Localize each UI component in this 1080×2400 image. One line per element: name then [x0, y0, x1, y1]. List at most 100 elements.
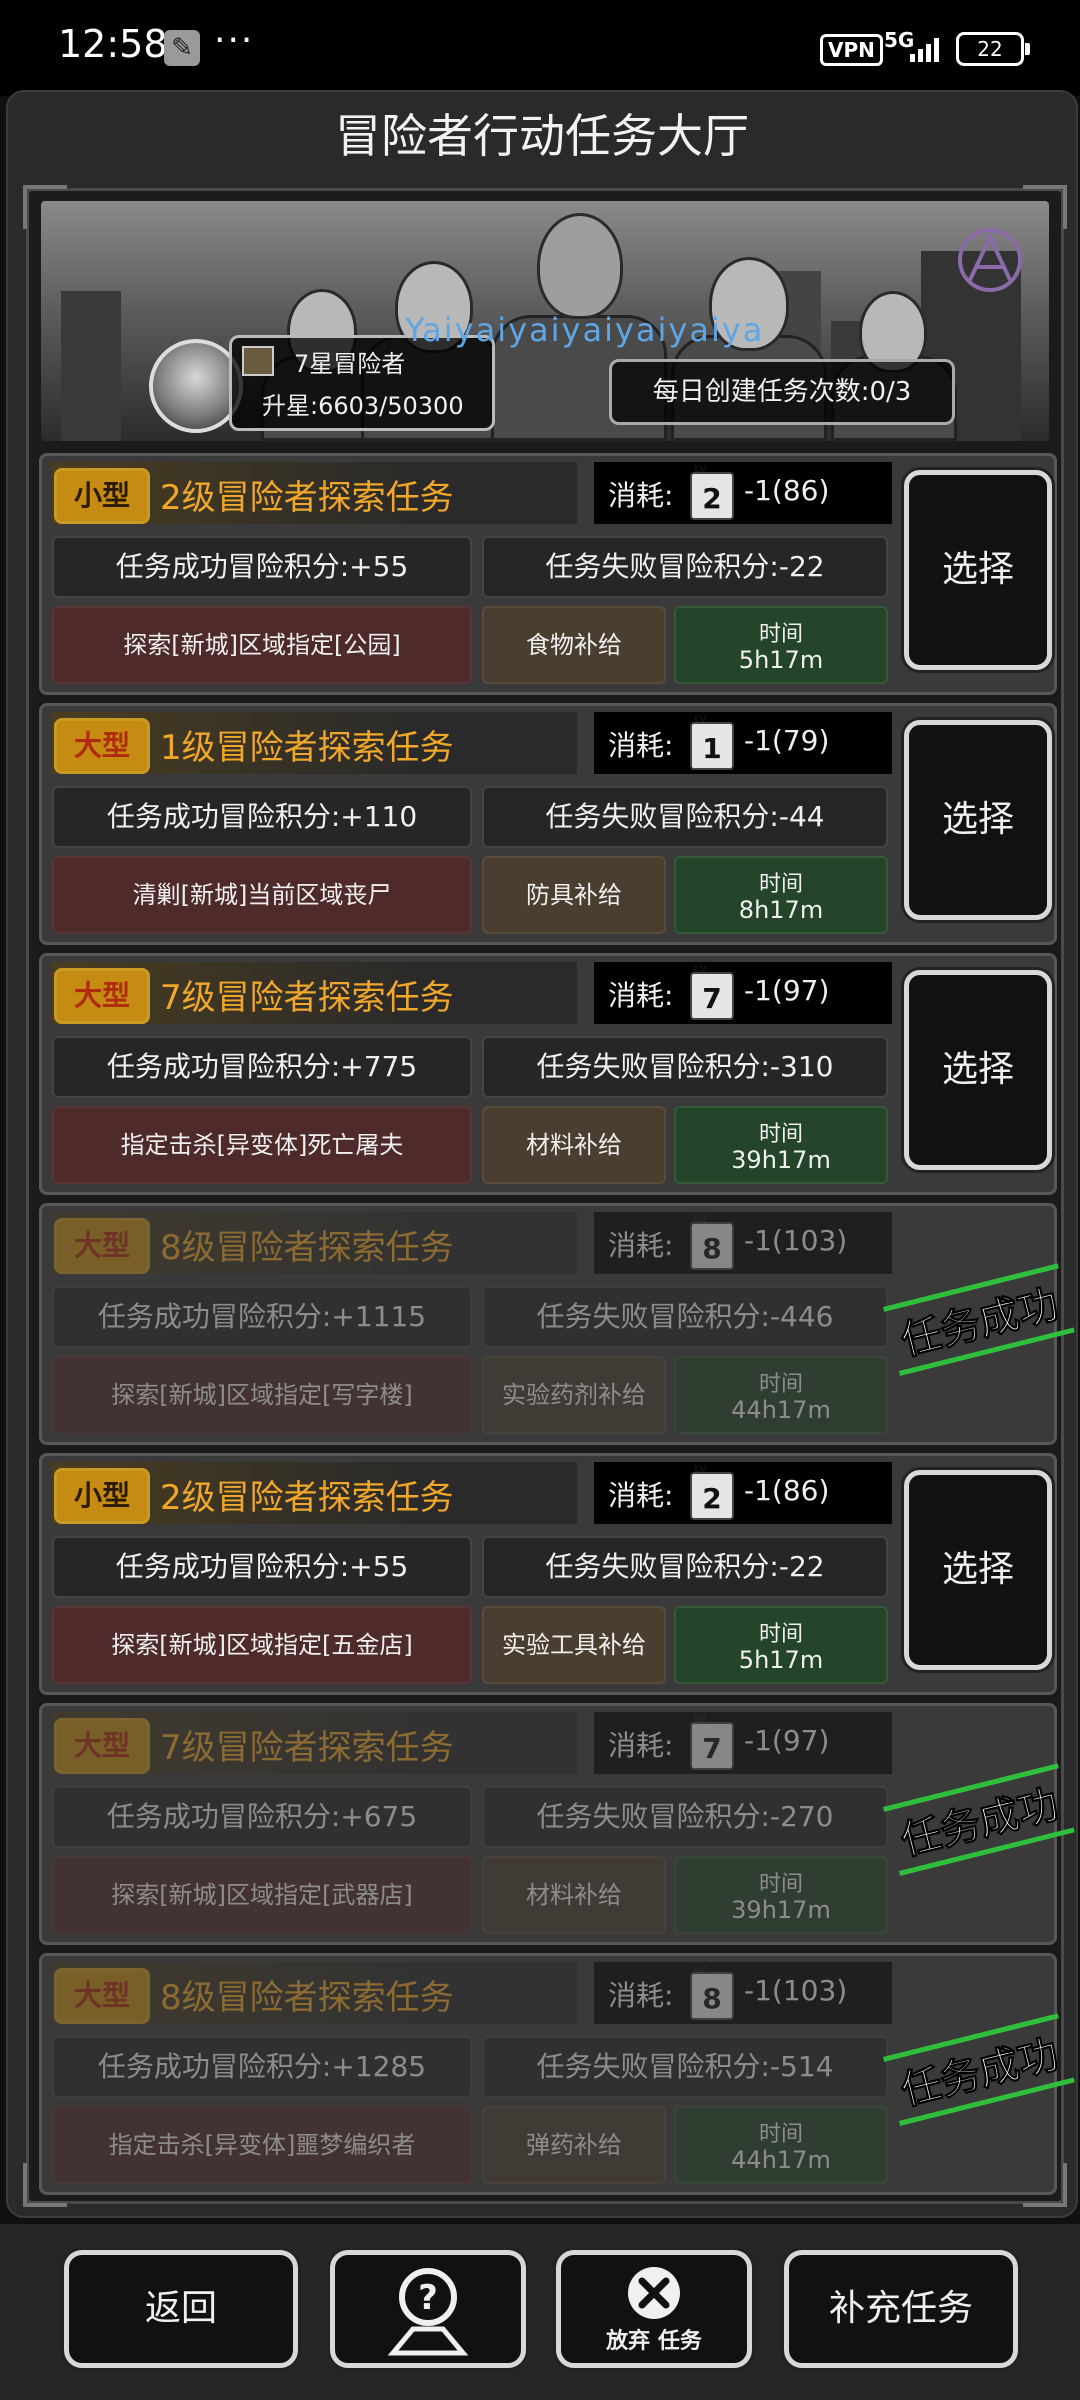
level-card-icon: 8 [690, 1960, 734, 2020]
task-objective: 指定击杀[异变体]死亡屠夫 [52, 1106, 472, 1184]
success-reward: 任务成功冒险积分:+110 [52, 786, 472, 848]
task-cost: 消耗: 7 -1(97) [594, 960, 892, 1024]
status-bar: 12:58 ✎ ··· VPN 5G 22 [0, 0, 1080, 96]
task-success-stamp: 任务成功 [882, 1263, 1077, 1384]
fail-penalty: 任务失败冒险积分:-22 [482, 536, 888, 598]
task-duration: 时间 44h17m [674, 2106, 888, 2184]
vpn-indicator: VPN [820, 34, 883, 66]
select-task-button[interactable]: 选择 [904, 470, 1052, 670]
task-title: 7级冒险者探索任务 [160, 978, 454, 1018]
task-objective: 指定击杀[异变体]噩梦编织者 [52, 2106, 472, 2184]
level-card-icon: 1 [690, 710, 734, 770]
task-duration: 时间 5h17m [674, 606, 888, 684]
task-card: 大型 1级冒险者探索任务 消耗: 1 -1(79) 任务成功冒险积分:+110 … [39, 703, 1057, 945]
task-title: 8级冒险者探索任务 [160, 1978, 454, 2018]
task-objective: 探索[新城]区域指定[武器店] [52, 1856, 472, 1934]
task-objective: 探索[新城]区域指定[写字楼] [52, 1356, 472, 1434]
task-title: 7级冒险者探索任务 [160, 1728, 454, 1768]
task-title: 2级冒险者探索任务 [160, 1478, 454, 1518]
level-card-icon: 8 [690, 1210, 734, 1270]
success-reward: 任务成功冒险积分:+1115 [52, 1286, 472, 1348]
task-success-stamp: 任务成功 [882, 2013, 1077, 2134]
task-duration: 时间 39h17m [674, 1106, 888, 1184]
task-duration: 时间 5h17m [674, 1606, 888, 1684]
task-title: 8级冒险者探索任务 [160, 1228, 454, 1268]
task-cost: 消耗: 2 -1(86) [594, 460, 892, 524]
wrench-icon: ✎ [164, 30, 200, 66]
fail-penalty: 任务失败冒险积分:-270 [482, 1786, 888, 1848]
bottom-action-bar: 返回 ? 放弃 任务 补充任务 [0, 2224, 1080, 2400]
task-cost: 消耗: 8 -1(103) [594, 1960, 892, 2024]
fail-penalty: 任务失败冒险积分:-446 [482, 1286, 888, 1348]
player-name: Yaiyaiyaiyaiyaiyaiya [405, 311, 765, 349]
task-duration: 时间 8h17m [674, 856, 888, 934]
task-cost: 消耗: 8 -1(103) [594, 1210, 892, 1274]
task-card: 小型 2级冒险者探索任务 消耗: 2 -1(86) 任务成功冒险积分:+55 任… [39, 453, 1057, 695]
supply-reward: 材料补给 [482, 1856, 666, 1934]
fail-penalty: 任务失败冒险积分:-22 [482, 1536, 888, 1598]
help-button[interactable]: ? [330, 2250, 526, 2368]
task-cost: 消耗: 7 -1(97) [594, 1710, 892, 1774]
success-reward: 任务成功冒险积分:+775 [52, 1036, 472, 1098]
task-size-badge: 大型 [54, 1718, 150, 1774]
task-card: 大型 7级冒险者探索任务 消耗: 7 -1(97) 任务成功冒险积分:+775 … [39, 953, 1057, 1195]
level-card-icon: 2 [690, 460, 734, 520]
task-card-completed: 大型 8级冒险者探索任务 消耗: 8 -1(103) 任务成功冒险积分:+128… [39, 1953, 1075, 2195]
help-icon: ? [387, 2268, 469, 2356]
level-card-icon: 7 [690, 960, 734, 1020]
select-task-button[interactable]: 选择 [904, 1470, 1052, 1670]
success-reward: 任务成功冒险积分:+55 [52, 1536, 472, 1598]
daily-create-count: 每日创建任务次数:0/3 [609, 359, 955, 425]
task-objective: 探索[新城]区域指定[公园] [52, 606, 472, 684]
level-card-icon: 2 [690, 1460, 734, 1520]
task-size-badge: 大型 [54, 968, 150, 1024]
rank-icon [242, 346, 274, 376]
supply-reward: 实验药剂补给 [482, 1356, 666, 1434]
abandon-task-button[interactable]: 放弃 任务 [556, 2250, 752, 2368]
select-task-button[interactable]: 选择 [904, 970, 1052, 1170]
success-reward: 任务成功冒险积分:+675 [52, 1786, 472, 1848]
more-notifications-icon: ··· [214, 20, 255, 61]
supply-reward: 实验工具补给 [482, 1606, 666, 1684]
task-objective: 探索[新城]区域指定[五金店] [52, 1606, 472, 1684]
select-task-button[interactable]: 选择 [904, 720, 1052, 920]
refill-tasks-button[interactable]: 补充任务 [784, 2250, 1018, 2368]
page-title: 冒险者行动任务大厅 [335, 109, 749, 163]
task-hall-panel: 冒险者行动任务大厅 7星冒险者 升星:6603/50300 Yaiyaiyaiy… [6, 90, 1078, 2218]
clock: 12:58 [58, 22, 168, 66]
rank-label: 7星冒险者 [294, 350, 406, 378]
task-duration: 时间 39h17m [674, 1856, 888, 1934]
level-card-icon: 7 [690, 1710, 734, 1770]
fail-penalty: 任务失败冒险积分:-514 [482, 2036, 888, 2098]
task-objective: 清剿[新城]当前区域丧尸 [52, 856, 472, 934]
rank-panel: 7星冒险者 升星:6603/50300 [229, 335, 495, 431]
supply-reward: 防具补给 [482, 856, 666, 934]
task-title: 1级冒险者探索任务 [160, 728, 454, 768]
svg-text:?: ? [418, 2278, 438, 2318]
battery-icon: 22 [956, 32, 1030, 66]
task-cost: 消耗: 1 -1(79) [594, 710, 892, 774]
task-card-completed: 大型 7级冒险者探索任务 消耗: 7 -1(97) 任务成功冒险积分:+675 … [39, 1703, 1075, 1945]
task-size-badge: 小型 [54, 1468, 150, 1524]
success-reward: 任务成功冒险积分:+1285 [52, 2036, 472, 2098]
task-card: 小型 2级冒险者探索任务 消耗: 2 -1(86) 任务成功冒险积分:+55 任… [39, 1453, 1057, 1695]
faction-logo-icon [958, 228, 1022, 292]
task-size-badge: 大型 [54, 1968, 150, 2024]
task-title: 2级冒险者探索任务 [160, 478, 454, 518]
task-size-badge: 大型 [54, 718, 150, 774]
fail-penalty: 任务失败冒险积分:-310 [482, 1036, 888, 1098]
signal-icon [910, 34, 944, 62]
task-size-badge: 大型 [54, 1218, 150, 1274]
close-icon [628, 2267, 680, 2319]
back-button[interactable]: 返回 [64, 2250, 298, 2368]
success-reward: 任务成功冒险积分:+55 [52, 536, 472, 598]
supply-reward: 材料补给 [482, 1106, 666, 1184]
task-list-container: 7星冒险者 升星:6603/50300 Yaiyaiyaiyaiyaiyaiya… [23, 185, 1075, 2207]
supply-reward: 弹药补给 [482, 2106, 666, 2184]
task-duration: 时间 44h17m [674, 1356, 888, 1434]
task-size-badge: 小型 [54, 468, 150, 524]
task-success-stamp: 任务成功 [882, 1763, 1077, 1884]
supply-reward: 食物补给 [482, 606, 666, 684]
rank-progress: 升星:6603/50300 [262, 392, 464, 420]
fail-penalty: 任务失败冒险积分:-44 [482, 786, 888, 848]
